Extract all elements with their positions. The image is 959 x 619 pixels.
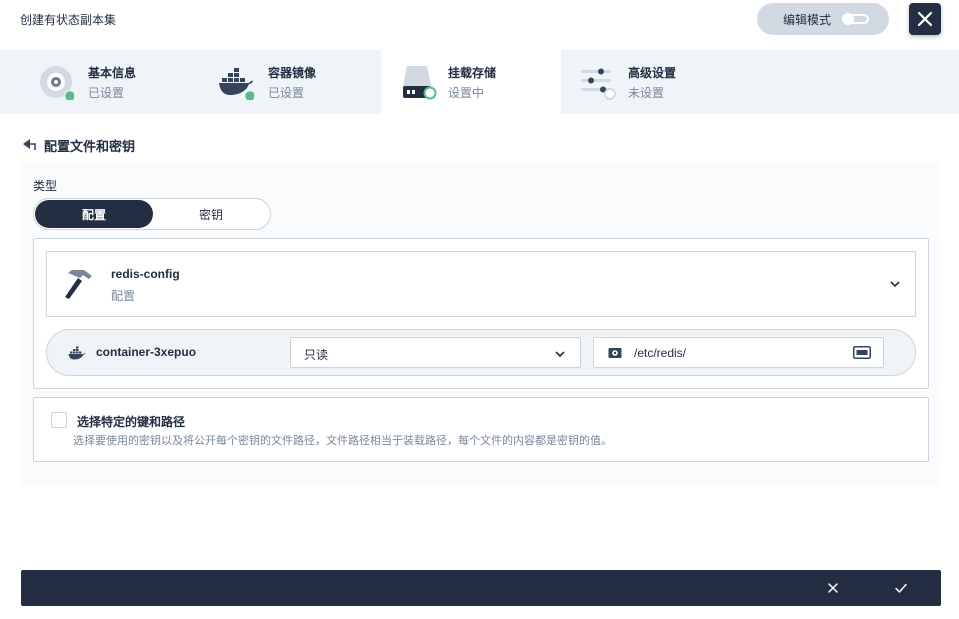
container-mount-row: container-3xepuo 只读 bbox=[46, 329, 916, 376]
config-name: redis-config bbox=[111, 267, 180, 281]
type-option-config[interactable]: 配置 bbox=[35, 200, 153, 228]
hammer-icon bbox=[65, 270, 92, 299]
container-name: container-3xepuo bbox=[96, 345, 197, 359]
cancel-icon[interactable] bbox=[825, 580, 841, 596]
section-title: 配置文件和密钥 bbox=[44, 138, 136, 154]
tab-title: 容器镜像 bbox=[268, 66, 317, 80]
modal-title: 创建有状态副本集 bbox=[20, 13, 117, 27]
tab-title: 基本信息 bbox=[88, 66, 137, 80]
read-mode-select[interactable]: 只读 bbox=[290, 337, 581, 368]
keyboard-icon[interactable] bbox=[853, 346, 871, 359]
tab-title: 高级设置 bbox=[628, 66, 677, 80]
tab-status: 已设置 bbox=[268, 86, 305, 100]
type-option-secret[interactable]: 密钥 bbox=[152, 200, 270, 228]
tab-status: 设置中 bbox=[448, 86, 485, 100]
wizard-tabs: 基本信息 已设置 容器镜像 已设置 挂载存储 设置中 高级设置 未设置 bbox=[0, 50, 959, 114]
mount-path-field bbox=[593, 337, 884, 368]
specific-keys-checkbox[interactable] bbox=[51, 412, 67, 428]
tab-status: 未设置 bbox=[628, 86, 665, 100]
type-segmented-control: 配置 密钥 bbox=[33, 198, 271, 230]
tab-title: 挂载存储 bbox=[448, 66, 497, 80]
read-mode-value: 只读 bbox=[304, 348, 329, 362]
edit-mode-label: 编辑模式 bbox=[783, 12, 832, 27]
storage-icon bbox=[403, 66, 437, 100]
back-section-title[interactable]: 配置文件和密钥 bbox=[22, 135, 135, 155]
confirm-check-icon[interactable] bbox=[893, 580, 909, 596]
tab-status: 已设置 bbox=[88, 86, 125, 100]
back-arrow-icon bbox=[23, 139, 36, 150]
docker-icon bbox=[68, 346, 86, 360]
footer-action-bar bbox=[21, 570, 941, 606]
chevron-down-icon bbox=[890, 281, 900, 288]
tab-mount-storage[interactable]: 挂载存储 设置中 bbox=[381, 50, 561, 114]
config-type: 配置 bbox=[111, 289, 136, 303]
chevron-down-icon bbox=[555, 351, 565, 358]
docker-icon bbox=[219, 68, 254, 100]
specific-keys-box: 选择特定的键和路径 选择要使用的密钥以及将公开每个密钥的文件路径，文件路径相当于… bbox=[33, 397, 929, 462]
close-icon bbox=[917, 11, 933, 27]
specific-keys-description: 选择要使用的密钥以及将公开每个密钥的文件路径，文件路径相当于装载路径，每个文件的… bbox=[73, 435, 612, 447]
disc-icon bbox=[40, 66, 74, 100]
toggle-switch-icon bbox=[842, 13, 869, 25]
mount-path-input[interactable] bbox=[634, 339, 834, 366]
config-select[interactable]: redis-config 配置 bbox=[46, 251, 916, 317]
close-button[interactable] bbox=[909, 3, 941, 35]
tab-container-image[interactable]: 容器镜像 已设置 bbox=[180, 50, 360, 114]
specific-keys-title: 选择特定的键和路径 bbox=[77, 415, 186, 429]
tab-advanced-settings[interactable]: 高级设置 未设置 bbox=[561, 50, 741, 114]
modal-header: 创建有状态副本集 编辑模式 bbox=[0, 0, 959, 50]
sliders-icon bbox=[581, 68, 616, 100]
tab-basic-info[interactable]: 基本信息 已设置 bbox=[0, 50, 180, 114]
edit-mode-toggle[interactable]: 编辑模式 bbox=[757, 3, 889, 35]
disk-icon bbox=[608, 348, 622, 358]
type-label: 类型 bbox=[33, 179, 58, 193]
